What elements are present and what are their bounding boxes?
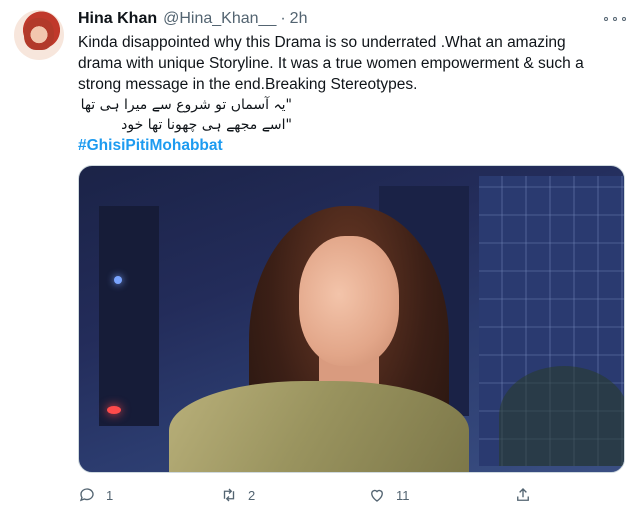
tweet-actions: 1 2 11 [78, 484, 548, 506]
tweet[interactable]: Hina Khan @Hina_Khan__ · 2h Kinda disapp… [0, 0, 640, 516]
author-name[interactable]: Hina Khan [78, 10, 157, 28]
urdu-line: "یہ آسماں تو شروع سے میرا ہی تھا [80, 97, 292, 113]
tweet-photo[interactable] [78, 165, 625, 473]
retweet-button[interactable]: 2 [220, 484, 255, 506]
tweet-text-line: Kinda disappointed why this Drama is so … [78, 34, 566, 51]
like-count: 11 [396, 487, 410, 503]
photo-light [107, 406, 121, 414]
photo-light [114, 276, 122, 284]
photo-subject-face [299, 236, 399, 366]
header-separator: · [280, 10, 286, 27]
author-avatar[interactable] [14, 10, 64, 60]
tweet-header: Hina Khan @Hina_Khan__ · 2h [78, 9, 307, 29]
urdu-line: "اسے مجھے ہی چھونا تھا خود [121, 117, 292, 133]
tweet-text-line: strong message in the end.Breaking Stere… [78, 76, 418, 93]
like-icon [371, 489, 383, 502]
photo-subject-shawl [169, 381, 469, 472]
tweet-timestamp[interactable]: 2h [290, 10, 308, 28]
share-icon [517, 488, 529, 501]
tweet-text-line: drama with unique Storyline. It was a tr… [78, 55, 584, 72]
like-button[interactable]: 11 [368, 484, 410, 506]
retweet-icon [223, 488, 235, 502]
reply-count: 1 [106, 487, 114, 503]
hashtag-link[interactable]: #GhisiPitiMohabbat [78, 135, 223, 156]
tweet-text: Kinda disappointed why this Drama is so … [78, 32, 618, 156]
reply-icon [79, 488, 94, 502]
more-icon[interactable] [604, 12, 626, 26]
photo-plant [499, 366, 624, 466]
photo-background [99, 206, 159, 426]
reply-button[interactable]: 1 [78, 484, 113, 506]
share-button[interactable] [514, 484, 532, 506]
retweet-count: 2 [248, 487, 256, 503]
author-handle[interactable]: @Hina_Khan__ [163, 10, 276, 28]
